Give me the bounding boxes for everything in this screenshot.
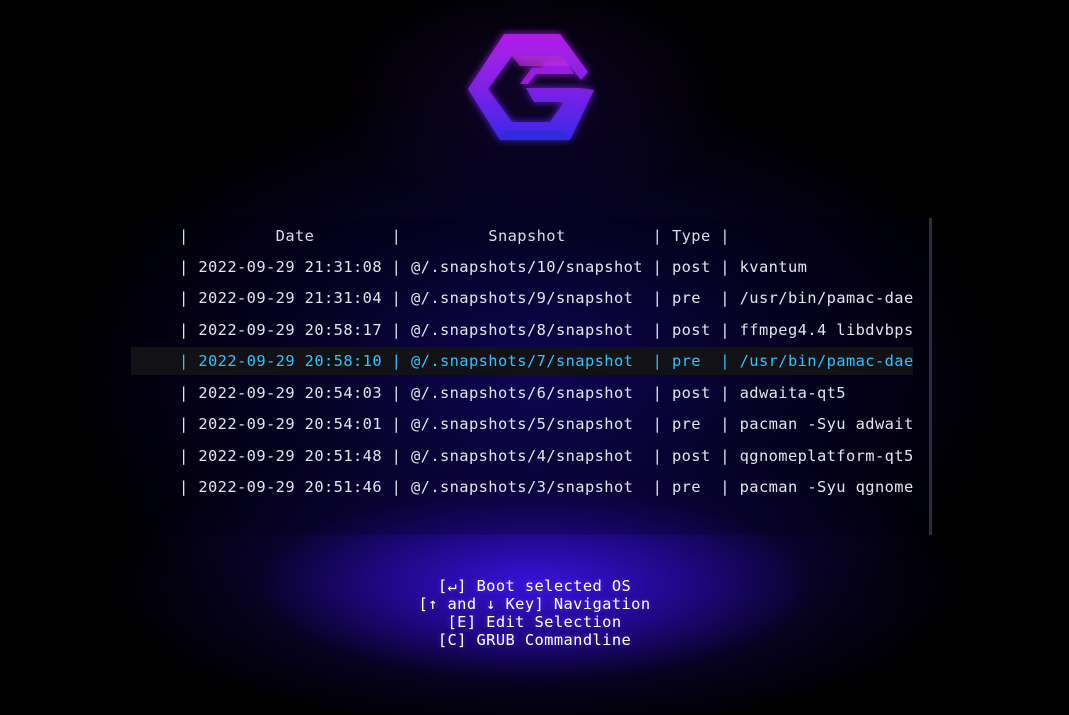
menu-entry[interactable]: | 2022-09-29 20:54:01 | @/.snapshots/5/s… — [131, 410, 913, 438]
boot-hint: [↵] Boot selected OS — [437, 577, 632, 595]
menu-entry[interactable]: | 2022-09-29 21:31:08 | @/.snapshots/10/… — [131, 253, 913, 281]
help-footer: [↵] Boot selected OS [↑ and ↓ Key] Navig… — [0, 577, 1069, 649]
menu-scrollbar[interactable] — [929, 218, 932, 535]
edit-hint: [E] Edit Selection — [447, 613, 622, 631]
menu-entry[interactable]: | 2022-09-29 20:58:17 | @/.snapshots/8/s… — [131, 316, 913, 344]
menu-entry[interactable]: | 2022-09-29 20:54:03 | @/.snapshots/6/s… — [131, 379, 913, 407]
commandline-hint: [C] GRUB Commandline — [437, 631, 632, 649]
navigation-hint: [↑ and ↓ Key] Navigation — [418, 595, 651, 613]
menu-entry[interactable]: | 2022-09-29 20:51:48 | @/.snapshots/4/s… — [131, 442, 913, 470]
menu-entry-selected[interactable]: | 2022-09-29 20:58:10 | @/.snapshots/7/s… — [131, 347, 913, 375]
table-header: | Date | Snapshot | Type | — [179, 227, 730, 245]
garuda-logo-icon — [468, 34, 594, 140]
menu-entry[interactable]: | 2022-09-29 21:31:04 | @/.snapshots/9/s… — [131, 284, 913, 312]
menu-entry[interactable]: | 2022-09-29 20:51:46 | @/.snapshots/3/s… — [131, 473, 913, 501]
